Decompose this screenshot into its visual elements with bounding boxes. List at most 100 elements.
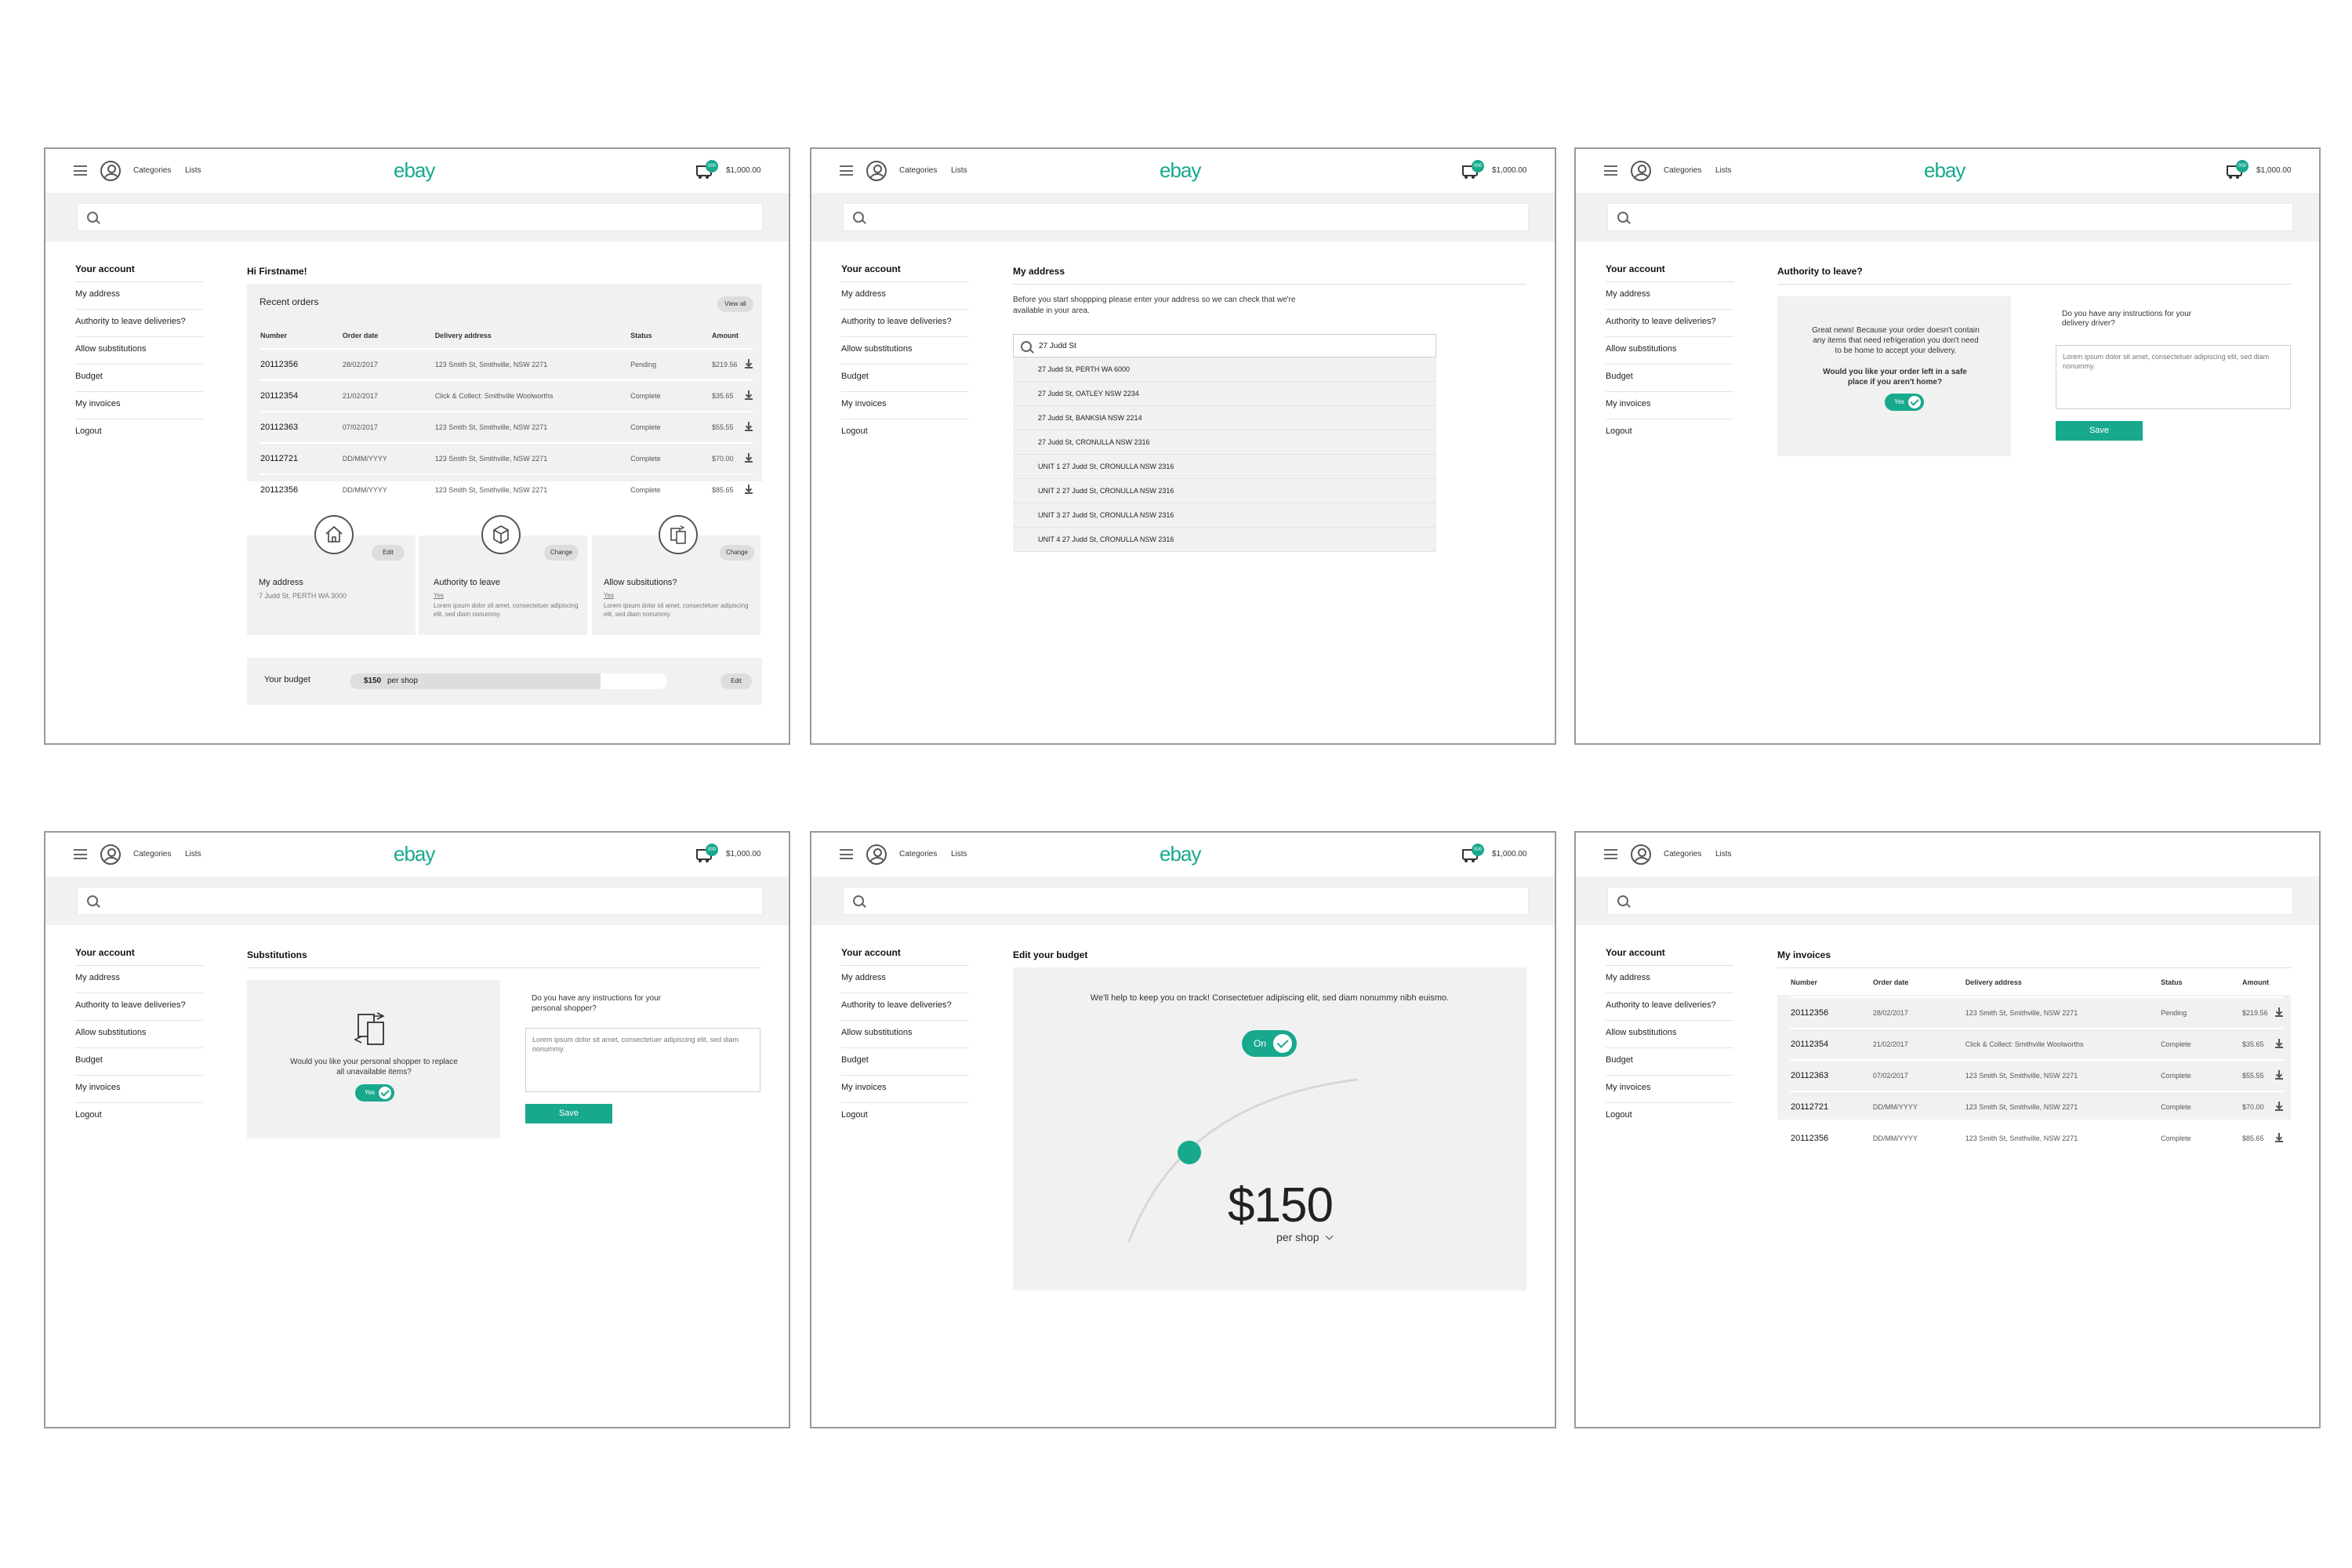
nav-categories[interactable]: Categories xyxy=(133,850,171,858)
ebay-logo[interactable]: ebay xyxy=(394,842,435,866)
table-row[interactable]: 20112721 DD/MM/YYYY 123 Smith St, Smithvil… xyxy=(1790,1091,2284,1123)
download-icon[interactable] xyxy=(745,485,753,494)
sidebar-item-logout[interactable]: Logout xyxy=(1606,419,1733,447)
ebay-logo[interactable]: ebay xyxy=(1160,158,1201,183)
address-suggestion[interactable]: UNIT 4 27 Judd St, CRONULLA NSW 2316 xyxy=(1013,528,1436,552)
ebay-logo[interactable]: ebay xyxy=(394,158,435,183)
address-search-input[interactable]: 27 Judd St xyxy=(1013,334,1436,358)
sidebar-item-logout[interactable]: Logout xyxy=(75,419,203,447)
sidebar-item-logout[interactable]: Logout xyxy=(841,1103,969,1131)
sidebar-item-address[interactable]: My address xyxy=(1606,966,1733,993)
substitution-toggle[interactable]: Yes xyxy=(355,1084,394,1102)
driver-instructions-input[interactable]: Lorem ipsum dolor sit amet, consectetuer… xyxy=(2056,345,2291,409)
save-button[interactable]: Save xyxy=(2056,421,2143,441)
table-row[interactable]: 20112356 DD/MM/YYYY 123 Smith St, Smithvil… xyxy=(260,474,753,505)
table-row[interactable]: 20112363 07/02/2017 123 Smith St, Smithvil… xyxy=(260,411,753,443)
view-all-button[interactable]: View all xyxy=(717,296,753,312)
nav-lists[interactable]: Lists xyxy=(1715,850,1732,858)
ebay-logo[interactable]: ebay xyxy=(1160,842,1201,866)
address-suggestion[interactable]: UNIT 3 27 Judd St, CRONULLA NSW 2316 xyxy=(1013,503,1436,528)
download-icon[interactable] xyxy=(2275,1070,2283,1080)
sidebar-item-budget[interactable]: Budget xyxy=(1606,1048,1733,1076)
sidebar-item-logout[interactable]: Logout xyxy=(75,1103,203,1131)
nav-categories[interactable]: Categories xyxy=(899,850,937,858)
sidebar-item-substitutions[interactable]: Allow substitutions xyxy=(75,337,203,365)
download-icon[interactable] xyxy=(2275,1007,2283,1017)
edit-address-button[interactable]: Edit xyxy=(372,545,405,561)
sidebar-item-budget[interactable]: Budget xyxy=(75,365,203,392)
search-input[interactable] xyxy=(843,887,1529,915)
nav-lists[interactable]: Lists xyxy=(185,850,201,858)
sidebar-item-authority[interactable]: Authority to leave deliveries? xyxy=(75,993,203,1021)
table-row[interactable]: 20112354 21/02/2017 Click & Collect: Smith… xyxy=(1790,1028,2284,1060)
sidebar-item-budget[interactable]: Budget xyxy=(841,365,969,392)
sidebar-item-invoices[interactable]: My invoices xyxy=(75,1076,203,1103)
table-row[interactable]: 20112356 28/02/2017 123 Smith St, Smithvil… xyxy=(260,348,753,380)
search-input[interactable] xyxy=(77,203,763,231)
sidebar-item-invoices[interactable]: My invoices xyxy=(75,392,203,419)
sidebar-item-authority[interactable]: Authority to leave deliveries? xyxy=(1606,993,1733,1021)
card-subtitle[interactable]: Yes xyxy=(604,592,614,599)
sidebar-item-invoices[interactable]: My invoices xyxy=(841,1076,969,1103)
nav-categories[interactable]: Categories xyxy=(899,166,937,175)
download-icon[interactable] xyxy=(2275,1039,2283,1048)
sidebar-item-budget[interactable]: Budget xyxy=(841,1048,969,1076)
address-suggestion[interactable]: UNIT 2 27 Judd St, CRONULLA NSW 2316 xyxy=(1013,479,1436,503)
sidebar-item-invoices[interactable]: My invoices xyxy=(1606,392,1733,419)
address-suggestion[interactable]: 27 Judd St, PERTH WA 6000 xyxy=(1013,358,1436,382)
sidebar-item-address[interactable]: My address xyxy=(75,966,203,993)
user-icon[interactable] xyxy=(866,844,887,865)
nav-categories[interactable]: Categories xyxy=(1664,850,1701,858)
sidebar-item-substitutions[interactable]: Allow substitutions xyxy=(841,337,969,365)
sidebar-item-logout[interactable]: Logout xyxy=(1606,1103,1733,1131)
sidebar-item-authority[interactable]: Authority to leave deliveries? xyxy=(75,310,203,337)
card-subtitle[interactable]: Yes xyxy=(434,592,444,599)
budget-period-dropdown[interactable]: per shop xyxy=(1276,1231,1334,1243)
shopper-instructions-input[interactable]: Lorem ipsum dolor sit amet, consectetuer… xyxy=(525,1028,760,1092)
sidebar-item-substitutions[interactable]: Allow substitutions xyxy=(1606,337,1733,365)
table-row[interactable]: 20112356 28/02/2017 123 Smith St, Smithvil… xyxy=(1790,996,2284,1029)
table-row[interactable]: 20112363 07/02/2017 123 Smith St, Smithvil… xyxy=(1790,1059,2284,1091)
sidebar-item-budget[interactable]: Budget xyxy=(1606,365,1733,392)
sidebar-item-logout[interactable]: Logout xyxy=(841,419,969,447)
address-suggestion[interactable]: 27 Judd St, OATLEY NSW 2234 xyxy=(1013,382,1436,406)
sidebar-item-address[interactable]: My address xyxy=(841,966,969,993)
save-button[interactable]: Save xyxy=(525,1104,612,1123)
change-authority-button[interactable]: Change xyxy=(544,545,579,561)
table-row[interactable]: 20112354 21/02/2017 Click & Collect: Smith… xyxy=(260,379,753,412)
menu-icon[interactable] xyxy=(840,849,853,859)
sidebar-item-authority[interactable]: Authority to leave deliveries? xyxy=(841,993,969,1021)
sidebar-item-address[interactable]: My address xyxy=(75,282,203,310)
menu-icon[interactable] xyxy=(74,849,87,859)
download-icon[interactable] xyxy=(745,422,753,431)
address-suggestion[interactable]: 27 Judd St, CRONULLA NSW 2316 xyxy=(1013,430,1436,455)
menu-icon[interactable] xyxy=(840,165,853,176)
search-input[interactable] xyxy=(1607,203,2293,231)
menu-icon[interactable] xyxy=(1604,849,1617,859)
user-icon[interactable] xyxy=(866,161,887,181)
sidebar-item-address[interactable]: My address xyxy=(1606,282,1733,310)
table-row[interactable]: 20112356 DD/MM/YYYY 123 Smith St, Smithvil… xyxy=(1790,1122,2284,1153)
sidebar-item-budget[interactable]: Budget xyxy=(75,1048,203,1076)
download-icon[interactable] xyxy=(2275,1102,2283,1111)
sidebar-item-substitutions[interactable]: Allow substitutions xyxy=(841,1021,969,1048)
nav-categories[interactable]: Categories xyxy=(133,166,171,175)
download-icon[interactable] xyxy=(745,359,753,368)
nav-lists[interactable]: Lists xyxy=(951,166,967,175)
user-icon[interactable] xyxy=(1631,161,1651,181)
sidebar-item-substitutions[interactable]: Allow substitutions xyxy=(75,1021,203,1048)
sidebar-item-substitutions[interactable]: Allow substitutions xyxy=(1606,1021,1733,1048)
nav-lists[interactable]: Lists xyxy=(185,166,201,175)
sidebar-item-invoices[interactable]: My invoices xyxy=(841,392,969,419)
download-icon[interactable] xyxy=(745,453,753,463)
search-input[interactable] xyxy=(1607,887,2293,915)
sidebar-item-authority[interactable]: Authority to leave deliveries? xyxy=(1606,310,1733,337)
user-icon[interactable] xyxy=(100,844,121,865)
menu-icon[interactable] xyxy=(1604,165,1617,176)
edit-budget-button[interactable]: Edit xyxy=(720,673,752,689)
address-suggestion[interactable]: 27 Judd St, BANKSIA NSW 2214 xyxy=(1013,406,1436,430)
nav-lists[interactable]: Lists xyxy=(1715,166,1732,175)
nav-lists[interactable]: Lists xyxy=(951,850,967,858)
search-input[interactable] xyxy=(843,203,1529,231)
sidebar-item-address[interactable]: My address xyxy=(841,282,969,310)
